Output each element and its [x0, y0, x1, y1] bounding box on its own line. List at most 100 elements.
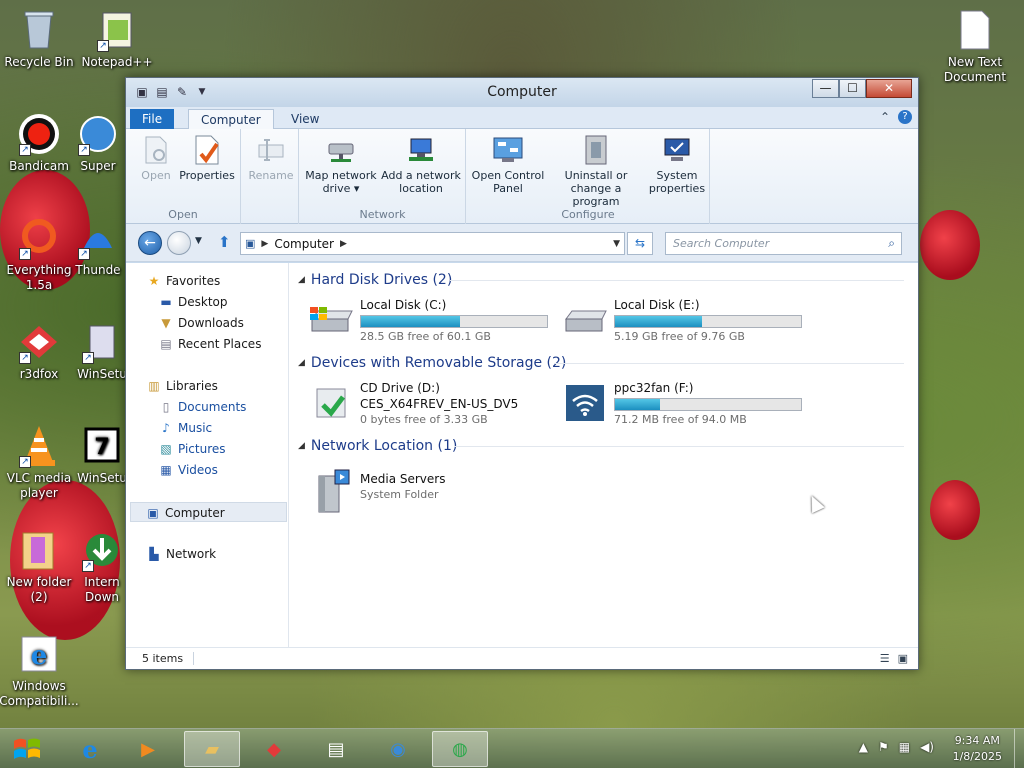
- clock[interactable]: 9:34 AM 1/8/2025: [953, 733, 1002, 765]
- desktop-icon-recycle-bin[interactable]: Recycle Bin: [0, 8, 79, 70]
- drive-name: ppc32fan (F:): [614, 381, 694, 395]
- nav-recent-places[interactable]: ▤ Recent Places: [158, 334, 261, 354]
- window-title: Computer: [487, 84, 557, 100]
- rename-button[interactable]: Rename: [246, 133, 296, 182]
- tab-computer[interactable]: Computer: [188, 109, 274, 130]
- nav-favorites[interactable]: ★ Favorites: [146, 271, 221, 291]
- recycle-bin-icon: [17, 8, 61, 52]
- address-bar-row: ← ▼ ⬆ ▣ ▶ Computer ▶ ▼ ⇆ Search Computer…: [126, 224, 918, 262]
- desktop-icon-super[interactable]: ↗ Super: [68, 112, 128, 174]
- drive-d[interactable]: CD Drive (D:) CES_X64FREV_EN-US_DV5 0 by…: [308, 381, 558, 429]
- nav-music[interactable]: ♪ Music: [158, 418, 212, 438]
- explorer-window[interactable]: ▣ ▤ ✎ ▼ Computer — ☐ ✕ File Computer Vie…: [125, 77, 919, 670]
- chevron-down-icon[interactable]: ▼: [613, 239, 620, 249]
- collapse-triangle-icon[interactable]: ◢: [298, 358, 305, 368]
- item-count: 5 items: [142, 652, 195, 665]
- nav-network[interactable]: ▙ Network: [146, 544, 216, 564]
- svg-text:e: e: [31, 641, 48, 671]
- nav-libraries[interactable]: ▥ Libraries: [146, 376, 218, 396]
- taskbar-file-explorer[interactable]: ▰: [184, 731, 240, 767]
- usage-fill: [615, 399, 660, 410]
- desktop-icon-thunder[interactable]: ↗ Thunde: [68, 216, 128, 278]
- desktop-icon-vlc[interactable]: ↗ VLC media player: [0, 424, 79, 501]
- uninstall-program-button[interactable]: Uninstall or change a program: [547, 133, 645, 208]
- svg-text:7: 7: [94, 435, 109, 460]
- group-header-network[interactable]: ◢ Network Location (1): [298, 436, 457, 456]
- recent-locations-icon[interactable]: ▼: [195, 236, 202, 246]
- media-servers[interactable]: Media Servers System Folder: [308, 469, 558, 520]
- desktop-icon-label: Thunde: [75, 263, 121, 277]
- taskbar-download-manager[interactable]: ◍: [432, 731, 488, 767]
- desktop-icon-internet-download[interactable]: ↗ Intern Down: [72, 528, 132, 605]
- desktop-icon-new-text[interactable]: New Text Document: [935, 8, 1015, 85]
- drive-c[interactable]: Local Disk (C:) 28.5 GB free of 60.1 GB: [308, 298, 558, 346]
- close-button[interactable]: ✕: [866, 79, 912, 98]
- forward-button[interactable]: [167, 231, 191, 255]
- show-hidden-icons-icon[interactable]: ▲: [859, 740, 868, 754]
- desktop-icon-windows-compat[interactable]: e Windows Compatibili...: [0, 632, 79, 709]
- taskbar-r3dfox[interactable]: ◆: [246, 731, 302, 767]
- nav-videos[interactable]: ▦ Videos: [158, 460, 218, 480]
- minimize-ribbon-icon[interactable]: ⌃: [880, 110, 890, 124]
- nav-documents[interactable]: ▯ Documents: [158, 397, 247, 417]
- ribbon-group-network: Map network drive ▾ Add a network locati…: [300, 129, 466, 224]
- network-tray-icon[interactable]: ▦: [899, 740, 910, 754]
- nav-downloads[interactable]: ▼ Downloads: [158, 313, 244, 333]
- chevron-right-icon[interactable]: ▶: [340, 239, 347, 249]
- taskbar-globe[interactable]: ◉: [370, 731, 426, 767]
- collapse-triangle-icon[interactable]: ◢: [298, 441, 305, 451]
- system-properties-button[interactable]: System properties: [647, 133, 707, 195]
- cd-drive-icon: [308, 385, 354, 421]
- taskbar-notepad[interactable]: ▤: [308, 731, 364, 767]
- help-icon[interactable]: ?: [898, 110, 912, 124]
- group-header-removable[interactable]: ◢ Devices with Removable Storage (2): [298, 353, 566, 373]
- address-bar[interactable]: ▣ ▶ Computer ▶ ▼: [240, 232, 625, 255]
- taskbar-internet-explorer[interactable]: e: [62, 731, 118, 767]
- drive-e[interactable]: Local Disk (E:) 5.19 GB free of 9.76 GB: [562, 298, 812, 346]
- clock-date: 1/8/2025: [952, 750, 1002, 763]
- address-path[interactable]: Computer: [274, 237, 334, 251]
- taskbar-media-player[interactable]: ▶: [120, 731, 176, 767]
- folder-icon: ▰: [205, 738, 219, 760]
- search-icon[interactable]: ⌕: [888, 233, 895, 254]
- collapse-triangle-icon[interactable]: ◢: [298, 275, 305, 285]
- flag-icon[interactable]: ⚑: [878, 740, 889, 754]
- open-control-panel-button[interactable]: Open Control Panel: [471, 133, 545, 195]
- title-bar[interactable]: ▣ ▤ ✎ ▼ Computer — ☐ ✕: [126, 78, 918, 107]
- group-label-network: Network: [359, 208, 406, 221]
- minimize-button[interactable]: —: [812, 79, 839, 98]
- tab-view[interactable]: View: [279, 109, 331, 130]
- properties-button[interactable]: Properties: [178, 133, 236, 182]
- star-icon: ★: [148, 274, 160, 288]
- nav-pictures[interactable]: ▧ Pictures: [158, 439, 225, 459]
- nav-desktop[interactable]: ▬ Desktop: [158, 292, 227, 312]
- volume-icon[interactable]: ◀): [920, 740, 934, 754]
- back-button[interactable]: ←: [138, 231, 162, 255]
- group-header-hdd[interactable]: ◢ Hard Disk Drives (2): [298, 270, 452, 290]
- maximize-button[interactable]: ☐: [839, 79, 866, 98]
- drive-f[interactable]: ppc32fan (F:) 71.2 MB free of 94.0 MB: [562, 381, 812, 429]
- show-desktop-button[interactable]: [1014, 729, 1024, 768]
- desktop-icon-winsetup-2[interactable]: 7 WinSetu: [72, 424, 132, 486]
- desktop-icon-notepad[interactable]: ↗ Notepad++: [77, 8, 157, 70]
- desktop-icon-new-folder[interactable]: New folder (2): [0, 528, 79, 605]
- add-network-location-button[interactable]: Add a network location: [380, 133, 462, 195]
- winsetup-icon: ↗: [80, 320, 124, 364]
- refresh-button[interactable]: ⇆: [627, 232, 653, 255]
- start-button[interactable]: [4, 731, 50, 767]
- text-document-icon: [953, 8, 997, 52]
- desktop-icon-winsetup-1[interactable]: ↗ WinSetu: [72, 320, 132, 382]
- large-icons-view-icon[interactable]: ▣: [898, 652, 908, 665]
- folder-name: Media Servers: [360, 472, 446, 486]
- tab-file[interactable]: File: [130, 109, 175, 129]
- open-button[interactable]: Open: [138, 133, 174, 182]
- up-arrow-icon[interactable]: ⬆: [218, 233, 231, 251]
- nav-computer[interactable]: ▣ Computer: [130, 502, 287, 522]
- desktop-icon-r3dfox[interactable]: ↗ r3dfox: [0, 320, 79, 382]
- chevron-right-icon[interactable]: ▶: [261, 239, 268, 249]
- documents-icon: ▯: [162, 400, 170, 414]
- details-view-icon[interactable]: ☰: [880, 652, 890, 665]
- search-input[interactable]: Search Computer ⌕: [665, 232, 902, 255]
- map-network-drive-button[interactable]: Map network drive ▾: [304, 133, 378, 195]
- programs-icon: [579, 133, 613, 167]
